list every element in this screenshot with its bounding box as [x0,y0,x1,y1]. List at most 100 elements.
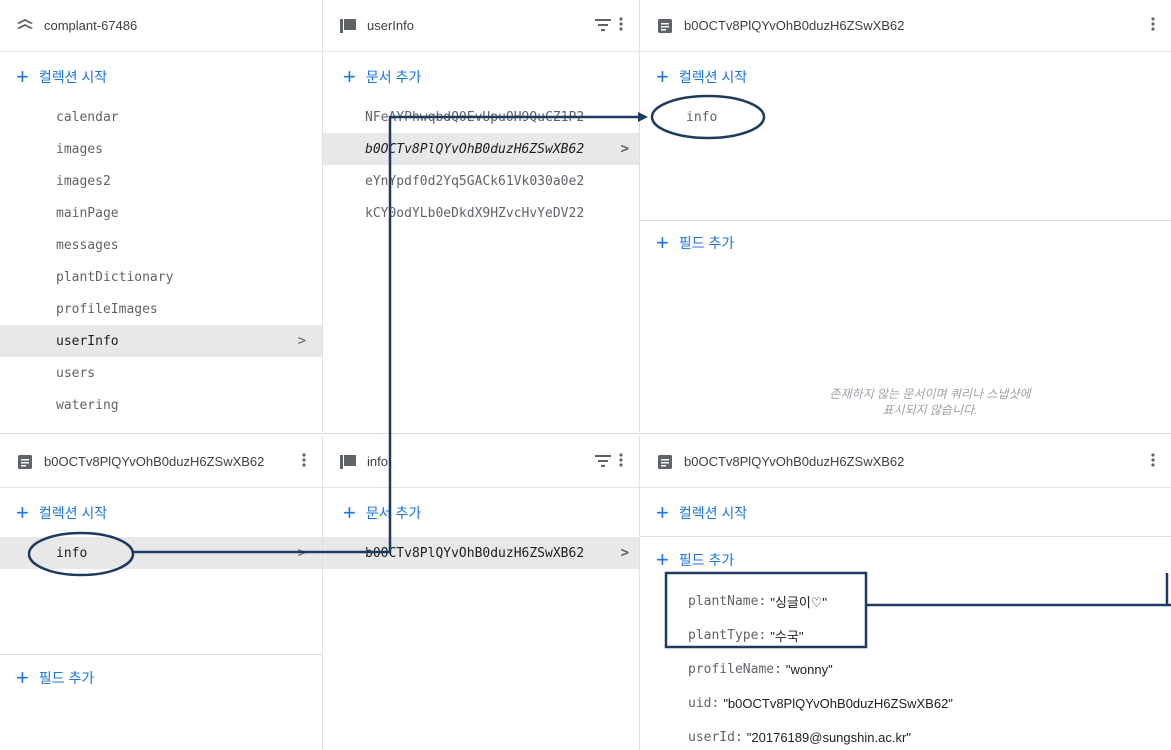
document-item-selected[interactable]: b0OCTv8PlQYvOhB0duzH6ZSwXB62 > [323,133,639,165]
project-title: complant-67486 [44,18,138,33]
collection-item-messages[interactable]: messages [0,229,322,261]
field-row-plantname[interactable]: plantName: "싱글이♡" [640,584,1171,618]
document-item[interactable]: kCY0odYLb0eDkdX9HZvcHvYeDV22 [323,197,639,229]
collection-item-users[interactable]: users [0,357,322,389]
more-vert-icon[interactable] [1151,451,1155,472]
collection-item-userinfo[interactable]: userInfo > [0,325,322,357]
collection-item-profileimages[interactable]: profileImages [0,293,322,325]
more-vert-icon[interactable] [619,15,623,36]
more-vert-icon[interactable] [1151,15,1155,36]
filter-icon[interactable] [595,15,611,36]
chevron-right-icon: > [620,545,629,561]
add-field-button[interactable]: + 필드 추가 [656,232,734,254]
collection-title: info [367,454,388,469]
start-collection-button[interactable]: + 컬렉션 시작 [16,66,107,88]
subcollection-label: info [686,109,718,125]
add-document-button[interactable]: + 문서 추가 [343,66,421,88]
filter-icon[interactable] [595,451,611,472]
collection-label: images2 [56,173,111,189]
add-document-label: 문서 추가 [365,69,422,85]
collection-icon [339,453,357,471]
bottom-collection-panel: info + 문서 추가 b0OCTv8PlQYvOhB0duzH6ZSwXB6… [323,436,639,750]
add-document-button[interactable]: + 문서 추가 [343,502,421,524]
more-vert-icon[interactable] [619,451,623,472]
collection-list: calendar images images2 mainPage message… [0,101,322,421]
field-value: "20176189@sungshin.ac.kr" [746,729,911,745]
plus-icon: + [16,500,29,525]
collection-label: watering [56,397,119,413]
field-list: plantName: "싱글이♡" plantType: "수국" profileN… [640,584,1171,750]
document-item[interactable]: NFeAYPhwqbdQ0EvUpuOH9QuCZ1P2 [323,101,639,133]
more-vert-icon[interactable] [302,451,306,472]
subcollection-item-info[interactable]: info [640,101,1171,133]
collection-item-images2[interactable]: images2 [0,165,322,197]
start-collection-button[interactable]: + 컬렉션 시작 [656,502,747,524]
document-item-selected[interactable]: b0OCTv8PlQYvOhB0duzH6ZSwXB62 > [323,537,639,569]
field-row-uid[interactable]: uid: "b0OCTv8PlQYvOhB0duzH6ZSwXB62" [640,686,1171,720]
document-id: NFeAYPhwqbdQ0EvUpuOH9QuCZ1P2 [365,109,585,125]
divider [640,220,1171,221]
field-row-profilename[interactable]: profileName: "wonny" [640,652,1171,686]
start-collection-button[interactable]: + 컬렉션 시작 [16,502,107,524]
field-row-userid[interactable]: userId: "20176189@sungshin.ac.kr" [640,720,1171,750]
collection-item-images[interactable]: images [0,133,322,165]
top-collection-header: userInfo [323,0,639,52]
field-key: uid: [688,695,720,711]
field-value: "수국" [770,628,804,644]
plus-icon: + [16,665,29,690]
subcollection-list: info > [0,537,322,569]
collection-label: mainPage [56,205,119,221]
collection-item-mainpage[interactable]: mainPage [0,197,322,229]
subcollection-label: info [56,545,88,561]
field-key: profileName: [688,661,782,677]
start-collection-label: 컬렉션 시작 [678,69,748,85]
section-divider [0,433,1171,434]
add-field-button[interactable]: + 필드 추가 [656,549,734,571]
plus-icon: + [343,64,356,89]
missing-document-note: 존재하지 않는 문서이며 쿼리나 스냅샷에 표시되지 않습니다. [760,386,1100,418]
chevron-right-icon: > [620,141,629,157]
plus-icon: + [656,547,669,572]
top-document-header: b0OCTv8PlQYvOhB0duzH6ZSwXB62 [640,0,1171,52]
field-value: "싱글이♡" [770,594,828,610]
field-row-planttype[interactable]: plantType: "수국" [640,618,1171,652]
start-collection-label: 컬렉션 시작 [38,505,108,521]
plus-icon: + [16,64,29,89]
collection-item-calendar[interactable]: calendar [0,101,322,133]
start-collection-button[interactable]: + 컬렉션 시작 [656,66,747,88]
document-icon [656,453,674,471]
firestore-icon [16,17,34,35]
document-id: eYnYpdf0d2Yq5GACk61Vk030a0e2 [365,173,585,189]
field-key: userId: [688,729,743,745]
collection-item-plantdictionary[interactable]: plantDictionary [0,261,322,293]
bottom-document-header: b0OCTv8PlQYvOhB0duzH6ZSwXB62 [0,436,322,488]
bottom-document-panel: b0OCTv8PlQYvOhB0duzH6ZSwXB62 + 컬렉션 시작 in… [0,436,322,750]
collection-item-watering[interactable]: watering [0,389,322,421]
document-item[interactable]: eYnYpdf0d2Yq5GACk61Vk030a0e2 [323,165,639,197]
start-collection-label: 컬렉션 시작 [678,505,748,521]
note-line: 존재하지 않는 문서이며 쿼리나 스냅샷에 [829,387,1031,401]
add-field-button[interactable]: + 필드 추가 [16,667,94,689]
top-document-panel: b0OCTv8PlQYvOhB0duzH6ZSwXB62 + 컬렉션 시작 in… [640,0,1171,432]
document-list: NFeAYPhwqbdQ0EvUpuOH9QuCZ1P2 b0OCTv8PlQY… [323,101,639,229]
add-field-label: 필드 추가 [678,235,735,251]
document-id: kCY0odYLb0eDkdX9HZvcHvYeDV22 [365,205,585,221]
bottom-fields-panel: b0OCTv8PlQYvOhB0duzH6ZSwXB62 + 컬렉션 시작 + … [640,436,1171,750]
document-id: b0OCTv8PlQYvOhB0duzH6ZSwXB62 [365,141,585,157]
plus-icon: + [656,230,669,255]
document-icon [16,453,34,471]
collection-icon [339,17,357,35]
field-key: plantType: [688,627,767,643]
top-collection-panel: userInfo + 문서 추가 NFeAYPhwqbdQ0EvUpuOH9Qu… [323,0,639,432]
add-document-label: 문서 추가 [365,505,422,521]
field-value: "wonny" [785,661,833,677]
collection-label: userInfo [56,333,119,349]
field-key: plantName: [688,593,767,609]
top-root-panel: complant-67486 + 컬렉션 시작 calendar images … [0,0,322,432]
document-list: b0OCTv8PlQYvOhB0duzH6ZSwXB62 > [323,537,639,569]
collection-label: plantDictionary [56,269,174,285]
subcollection-item-info[interactable]: info > [0,537,322,569]
divider [640,536,1171,537]
document-icon [656,17,674,35]
document-title: b0OCTv8PlQYvOhB0duzH6ZSwXB62 [684,18,905,33]
